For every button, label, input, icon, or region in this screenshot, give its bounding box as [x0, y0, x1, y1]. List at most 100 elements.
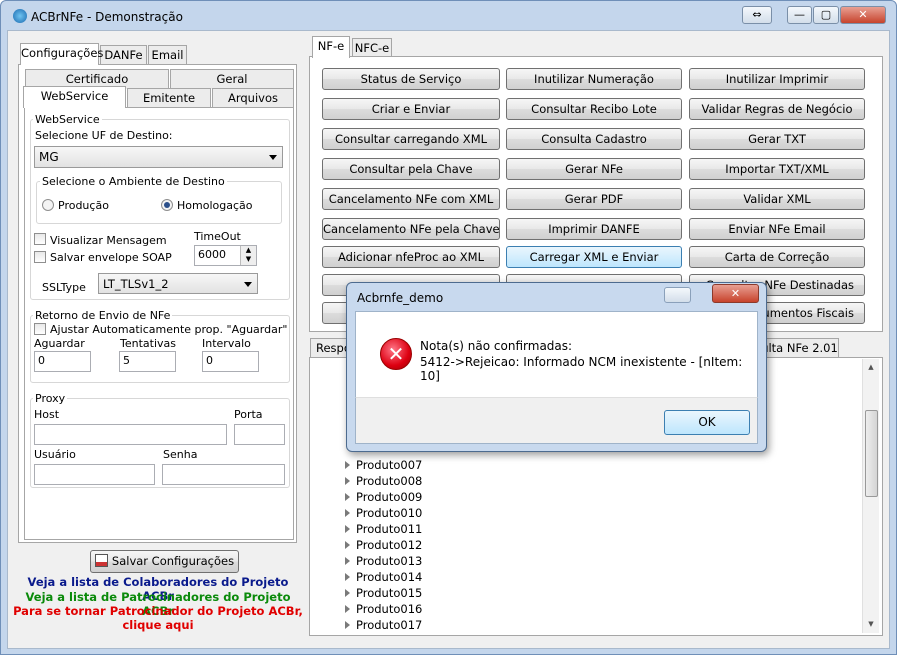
tab-configuracoes[interactable]: Configurações — [20, 43, 103, 65]
expand-triangle-icon[interactable] — [345, 477, 350, 485]
tab-webservice[interactable]: WebService — [23, 86, 126, 108]
carregar-xml-e-enviar-button[interactable]: Carregar XML e Enviar — [506, 246, 682, 268]
gerar-nfe-button[interactable]: Gerar NFe — [506, 158, 682, 180]
clique-aqui-link[interactable]: clique aqui — [10, 618, 306, 632]
tentativas-value: 5 — [123, 354, 130, 367]
scroll-down-arrow[interactable]: ▼ — [863, 616, 879, 633]
salvar-configuracoes-button[interactable]: Salvar Configurações — [90, 550, 239, 573]
ajustar-checkbox[interactable] — [34, 323, 46, 335]
consultar-recibo-lote-button[interactable]: Consultar Recibo Lote — [506, 98, 682, 120]
vertical-scrollbar[interactable]: ▲ ▼ — [862, 359, 879, 633]
tree-item[interactable]: Produto007 — [345, 457, 422, 473]
scroll-thumb[interactable] — [865, 410, 878, 497]
title-bar[interactable]: ACBrNFe - Demonstração ⇔ — ▢ ✕ — [1, 1, 896, 31]
gerar-pdf-button[interactable]: Gerar PDF — [506, 188, 682, 210]
visualizar-checkbox[interactable] — [34, 233, 46, 245]
cancelamento-nfe-pela-chave-button[interactable]: Cancelamento NFe pela Chave — [322, 218, 500, 240]
expand-triangle-icon[interactable] — [345, 493, 350, 501]
expand-triangle-icon[interactable] — [345, 621, 350, 629]
host-input[interactable] — [34, 424, 227, 445]
status-de-servico-button[interactable]: Status de Serviço — [322, 68, 500, 90]
salvar-soap-label: Salvar envelope SOAP — [50, 251, 172, 264]
tab-nfe[interactable]: NF-e — [312, 36, 350, 58]
tab-nfce[interactable]: NFC-e — [352, 38, 392, 58]
tree-item[interactable]: Produto017 — [345, 617, 422, 633]
gerar-txt-button[interactable]: Gerar TXT — [689, 128, 865, 150]
expand-triangle-icon[interactable] — [345, 541, 350, 549]
homologacao-radio[interactable] — [161, 199, 173, 211]
senha-label: Senha — [163, 448, 198, 461]
aguardar-value: 0 — [38, 354, 45, 367]
inutilizar-numeracao-button[interactable]: Inutilizar Numeração — [506, 68, 682, 90]
consulta-cadastro-button[interactable]: Consulta Cadastro — [506, 128, 682, 150]
expand-triangle-icon[interactable] — [345, 525, 350, 533]
consultar-carregando-xml-button[interactable]: Consultar carregando XML — [322, 128, 500, 150]
validar-regras-de-negocio-button[interactable]: Validar Regras de Negócio — [689, 98, 865, 120]
senha-input[interactable] — [162, 464, 285, 485]
timeout-spinner[interactable]: ▲ ▼ — [240, 246, 256, 265]
tree-item-label: Produto010 — [356, 506, 423, 520]
imprimir-danfe-button[interactable]: Imprimir DANFE — [506, 218, 682, 240]
timeout-value: 6000 — [198, 248, 226, 261]
maximize-button[interactable]: ▢ — [813, 6, 839, 24]
dialog-system-icon[interactable] — [664, 287, 691, 303]
inutilizar-imprimir-button[interactable]: Inutilizar Imprimir — [689, 68, 865, 90]
tree-item-label: Produto017 — [356, 618, 423, 632]
tentativas-input[interactable]: 5 — [119, 351, 176, 372]
tree-item[interactable]: Produto012 — [345, 537, 422, 553]
importar-txt-xml-button[interactable]: Importar TXT/XML — [689, 158, 865, 180]
consultar-pela-chave-button[interactable]: Consultar pela Chave — [322, 158, 500, 180]
error-icon: ✕ — [380, 338, 412, 370]
tree-item-label: Produto013 — [356, 554, 423, 568]
close-button[interactable]: ✕ — [840, 6, 886, 24]
expand-triangle-icon[interactable] — [345, 573, 350, 581]
adicionar-nfeproc-ao-xml-button[interactable]: Adicionar nfeProc ao XML — [322, 246, 500, 268]
tree-item[interactable]: Produto008 — [345, 473, 422, 489]
cancelamento-nfe-com-xml-button[interactable]: Cancelamento NFe com XML — [322, 188, 500, 210]
tree-item[interactable]: Produto010 — [345, 505, 422, 521]
ajustar-label: Ajustar Automaticamente prop. "Aguardar" — [50, 323, 288, 336]
usuario-input[interactable] — [34, 464, 155, 485]
carta-de-correcao-button[interactable]: Carta de Correção — [689, 246, 865, 268]
validar-xml-button[interactable]: Validar XML — [689, 188, 865, 210]
tree-item[interactable]: Produto013 — [345, 553, 422, 569]
tab-resposta[interactable]: Respo — [310, 338, 351, 358]
criar-e-enviar-button[interactable]: Criar e Enviar — [322, 98, 500, 120]
porta-input[interactable] — [234, 424, 285, 445]
restore-arrows-button[interactable]: ⇔ — [742, 6, 772, 24]
tab-emitente[interactable]: Emitente — [127, 88, 211, 108]
expand-triangle-icon[interactable] — [345, 605, 350, 613]
tree-item[interactable]: Produto011 — [345, 521, 422, 537]
ssltype-value: LT_TLSv1_2 — [103, 277, 169, 291]
dialog-close-button[interactable]: ✕ — [712, 284, 759, 303]
intervalo-input[interactable]: 0 — [202, 351, 259, 372]
expand-triangle-icon[interactable] — [345, 589, 350, 597]
tree-item[interactable]: Produto016 — [345, 601, 422, 617]
tab-arquivos[interactable]: Arquivos — [212, 88, 294, 108]
tab-email[interactable]: Email — [148, 45, 187, 65]
tree-item[interactable]: Produto009 — [345, 489, 422, 505]
minimize-button[interactable]: — — [787, 6, 812, 24]
usuario-label: Usuário — [34, 448, 76, 461]
timeout-label: TimeOut — [194, 230, 241, 243]
expand-triangle-icon[interactable] — [345, 509, 350, 517]
expand-triangle-icon[interactable] — [345, 461, 350, 469]
ok-button[interactable]: OK — [664, 410, 750, 435]
expand-triangle-icon[interactable] — [345, 557, 350, 565]
tab-danfe[interactable]: DANFe — [100, 45, 147, 65]
tab-geral[interactable]: Geral — [170, 69, 294, 89]
tree-item[interactable]: Produto014 — [345, 569, 422, 585]
ssltype-select[interactable]: LT_TLSv1_2 — [98, 273, 258, 294]
scroll-up-arrow[interactable]: ▲ — [863, 359, 879, 376]
salvar-soap-checkbox[interactable] — [34, 251, 46, 263]
producao-radio[interactable] — [42, 199, 54, 211]
save-icon — [94, 554, 108, 567]
salvar-configuracoes-label: Salvar Configurações — [111, 554, 235, 568]
tornar-patrocinador-link[interactable]: Para se tornar Patrocinador do Projeto A… — [10, 604, 306, 618]
tree-item[interactable]: Produto015 — [345, 585, 422, 601]
tab-consulta-nfe[interactable]: ulta NFe 2.01 — [760, 338, 839, 358]
tree-item-label: Produto011 — [356, 522, 423, 536]
uf-select[interactable]: MG — [34, 146, 283, 168]
enviar-nfe-email-button[interactable]: Enviar NFe Email — [689, 218, 865, 240]
aguardar-input[interactable]: 0 — [34, 351, 91, 372]
